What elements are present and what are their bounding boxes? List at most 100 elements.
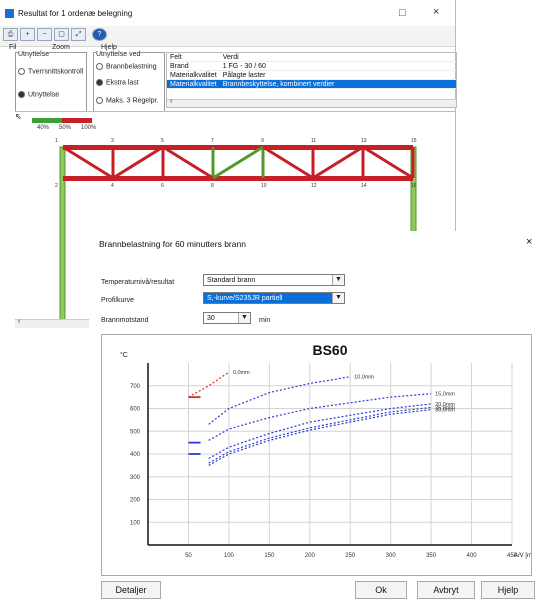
cell: Materialkvalitet bbox=[167, 70, 220, 80]
x-tick-label: 50 bbox=[185, 553, 192, 559]
minimize-button[interactable]: □ bbox=[399, 7, 406, 19]
radio-brannbelastning[interactable]: Brannbelastning bbox=[96, 63, 157, 70]
node-label: 9 bbox=[261, 138, 264, 144]
radio-icon bbox=[18, 91, 25, 98]
menu-hjelp[interactable]: Hjelp bbox=[101, 44, 117, 51]
unit-label: min bbox=[259, 317, 271, 324]
cancel-button[interactable]: Avbryt bbox=[417, 581, 475, 599]
scroll-left-icon[interactable]: ‹ bbox=[170, 98, 172, 105]
utnyttelse-group-title: Utnyttelse ved bbox=[96, 51, 141, 58]
chevron-down-icon[interactable]: ▼ bbox=[238, 313, 250, 323]
temperature-select[interactable]: Standard brann ▼ bbox=[203, 274, 345, 286]
series-label: 10,0mm bbox=[354, 375, 374, 381]
dialog-title: Brannbelastning for 60 minutters brann bbox=[99, 239, 246, 249]
x-tick-label: 100 bbox=[224, 553, 235, 559]
properties-panel: Felt Verdi Brand 1 FG - 30 / 60 Materialkv… bbox=[166, 52, 457, 108]
y-tick-label: 500 bbox=[130, 429, 141, 435]
chevron-down-icon[interactable]: ▼ bbox=[332, 293, 344, 303]
truss-diagonal bbox=[162, 145, 214, 180]
chart-title: BS60 bbox=[312, 342, 347, 358]
cell: 1 FG - 30 / 60 bbox=[219, 61, 456, 71]
zoom-fit-icon[interactable]: ⤢ bbox=[71, 28, 86, 41]
menu-fil[interactable]: Fil bbox=[9, 44, 16, 51]
truss-diagonal bbox=[312, 145, 364, 180]
cell: Brannbeskyttelse, kombinert verdier bbox=[219, 79, 456, 89]
zoom-in-icon[interactable]: + bbox=[20, 28, 35, 41]
details-button[interactable]: Detaljer bbox=[101, 581, 161, 599]
properties-table: Felt Verdi Brand 1 FG - 30 / 60 Materialkv… bbox=[167, 53, 456, 89]
zoom-window-icon[interactable]: ▢ bbox=[54, 28, 69, 41]
series-line bbox=[208, 393, 432, 441]
field-label: Temperaturnivå/resultat bbox=[101, 279, 175, 286]
fire-resistance-select[interactable]: 30 ▼ bbox=[203, 312, 251, 324]
radio-tverrsnittskontroll[interactable]: Tverrsnittskontroll bbox=[18, 68, 83, 75]
truss-column-left bbox=[59, 146, 66, 327]
table-header: Felt Verdi bbox=[167, 53, 456, 62]
node-label: 8 bbox=[211, 183, 214, 189]
dialog-close-button[interactable]: × bbox=[526, 236, 532, 248]
node-label: 11 bbox=[311, 138, 316, 144]
x-tick-label: 150 bbox=[264, 553, 275, 559]
help-button[interactable]: Hjelp bbox=[481, 581, 535, 599]
series-label: 30,0mm bbox=[435, 408, 455, 414]
legend-label: 40% bbox=[37, 125, 50, 131]
radio-icon bbox=[96, 79, 103, 86]
select-value: Standard brann bbox=[207, 277, 256, 284]
select-value: S,-kurve/S235JR partiell bbox=[207, 295, 283, 302]
radio-utnyttelse[interactable]: Utnyttelse bbox=[18, 91, 59, 98]
table-row[interactable]: Materialkvalitet Pålagte laster bbox=[167, 70, 456, 80]
close-button[interactable]: × bbox=[433, 6, 439, 18]
app-icon bbox=[5, 9, 14, 18]
truss-diagonal bbox=[262, 145, 314, 180]
node-label: 4 bbox=[111, 183, 114, 189]
table-row-selected[interactable]: Materialkvalitet Brannbeskyttelse, kombin… bbox=[167, 79, 456, 89]
radio-ekstra-last[interactable]: Ekstra last bbox=[96, 79, 139, 86]
y-tick-label: 400 bbox=[130, 452, 141, 458]
menu-zoom[interactable]: Zoom bbox=[52, 44, 70, 51]
radio-regelpr[interactable]: Maks. 3 Regelpr. bbox=[96, 97, 159, 104]
node-label: 5 bbox=[161, 138, 164, 144]
x-tick-label: 250 bbox=[345, 553, 356, 559]
y-tick-label: 700 bbox=[130, 384, 141, 390]
truss-diagonal bbox=[362, 145, 414, 180]
fire-load-dialog: Brannbelastning for 60 minutters brann ×… bbox=[89, 231, 541, 599]
cell: Materialkvalitet bbox=[167, 79, 220, 89]
truss-diagonal bbox=[62, 145, 114, 180]
title-bar: Resultat for 1 ordenæ belegning □ × bbox=[0, 0, 455, 26]
table-row[interactable]: Brand 1 FG - 30 / 60 bbox=[167, 61, 456, 71]
series-line bbox=[208, 406, 432, 464]
field-label: Brannmotstand bbox=[101, 317, 149, 324]
canvas-scrollbar[interactable]: ‹ bbox=[15, 318, 90, 328]
node-label: 13 bbox=[361, 138, 367, 144]
zoom-out-icon[interactable]: − bbox=[37, 28, 52, 41]
node-label: 1 bbox=[55, 138, 58, 144]
x-tick-label: 200 bbox=[305, 553, 316, 559]
series-label: 0,0mm bbox=[233, 370, 250, 376]
resultat-group: Utnyttelse Tverrsnittskontroll Utnyttels… bbox=[15, 51, 87, 112]
cell: Brand bbox=[167, 61, 220, 71]
legend-label: 100% bbox=[81, 125, 97, 131]
series-line bbox=[188, 371, 230, 398]
y-tick-label: 200 bbox=[130, 498, 141, 504]
help-icon[interactable]: ? bbox=[92, 28, 107, 41]
x-tick-label: 350 bbox=[426, 553, 437, 559]
window-title: Resultat for 1 ordenæ belegning bbox=[18, 9, 133, 18]
node-label: 2 bbox=[55, 183, 58, 189]
y-tick-label: 300 bbox=[130, 475, 141, 481]
profile-curve-select[interactable]: S,-kurve/S235JR partiell ▼ bbox=[203, 292, 345, 304]
scroll-left-icon[interactable]: ‹ bbox=[18, 318, 20, 325]
ok-button[interactable]: Ok bbox=[355, 581, 407, 599]
series-line bbox=[208, 376, 351, 425]
cell: Pålagte laster bbox=[219, 70, 456, 80]
node-label: 16 bbox=[411, 183, 417, 189]
chevron-down-icon[interactable]: ▼ bbox=[332, 275, 344, 285]
horizontal-scrollbar[interactable]: ‹ bbox=[167, 98, 456, 107]
print-icon[interactable]: ⎙ bbox=[3, 28, 18, 41]
radio-icon bbox=[96, 97, 103, 104]
resultat-group-title: Utnyttelse bbox=[18, 51, 50, 58]
series-line bbox=[208, 409, 432, 466]
chart: BS60°CA/V [m-1]5010015020025030035040045… bbox=[120, 342, 539, 559]
x-tick-label: 450 bbox=[507, 553, 518, 559]
truss-diagonal bbox=[112, 145, 164, 180]
radio-icon bbox=[96, 63, 103, 70]
